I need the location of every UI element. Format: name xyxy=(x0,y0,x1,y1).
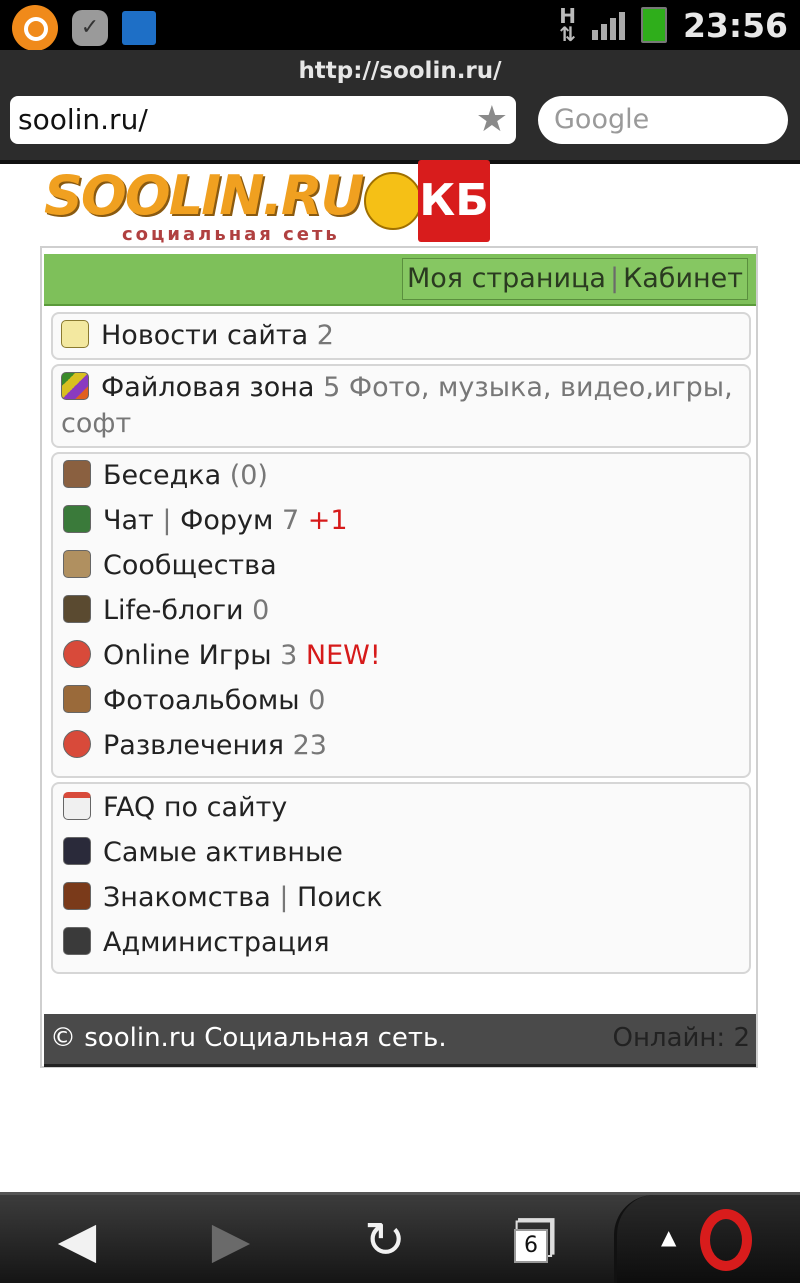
wifi-icon xyxy=(122,11,156,45)
browser-toolbar: http://soolin.ru/ soolin.ru/ ★ Google xyxy=(0,50,800,164)
signal-icon xyxy=(591,10,625,40)
news-link[interactable]: Новости сайта 2 xyxy=(61,320,334,351)
photo-albums-link[interactable]: Фотоальбомы 0 xyxy=(63,685,325,716)
logo-tagline: социальная сеть xyxy=(122,224,340,245)
browser-bottom-bar: ◀ ▶ ↻ ❐ 6 ▲ xyxy=(0,1192,800,1283)
entertainment-icon xyxy=(63,730,91,758)
games-label: Online Игры xyxy=(103,640,272,671)
address-text: soolin.ru/ xyxy=(18,103,148,136)
besedka-link[interactable]: Беседка (0) xyxy=(63,460,268,491)
calendar-icon xyxy=(61,320,89,348)
my-page-link[interactable]: Моя страница xyxy=(407,263,606,294)
heart-icon xyxy=(63,882,91,910)
search-input[interactable]: Google xyxy=(538,96,788,144)
logo-badge: КБ xyxy=(418,160,490,242)
separator: | xyxy=(609,263,620,294)
files-label: Файловая зона xyxy=(101,372,315,403)
forum-count: 7 xyxy=(281,505,300,536)
chat-link[interactable]: Чат xyxy=(103,505,154,536)
blogs-count: 0 xyxy=(252,595,270,626)
community-block: Беседка (0) Чат | Форум 7 +1 Сообщества … xyxy=(51,452,751,964)
status-bar: ✓ H ⇅ 23:56 xyxy=(0,0,800,51)
news-count: 2 xyxy=(316,320,334,351)
clock: 23:56 xyxy=(682,5,788,45)
blogs-link[interactable]: Life-блоги 0 xyxy=(63,595,269,626)
most-active-label: Самые активные xyxy=(103,837,343,868)
chat-forum-row: Чат | Форум 7 +1 xyxy=(63,505,348,536)
back-arrow-icon[interactable]: ◀ xyxy=(42,1215,112,1265)
faq-calendar-icon xyxy=(63,792,91,820)
files-description-cont: софт xyxy=(61,408,132,439)
menu-up-arrow-icon: ▲ xyxy=(661,1225,677,1249)
page-url-title: http://soolin.ru/ xyxy=(298,58,502,84)
communities-label: Сообщества xyxy=(103,550,277,581)
header-links: Моя страница | Кабинет xyxy=(401,258,748,300)
files-description-wrap: софт xyxy=(61,408,131,439)
entertainment-count: 23 xyxy=(292,730,327,761)
entertainment-label: Развлечения xyxy=(103,730,284,761)
forum-link[interactable]: Форум xyxy=(180,505,273,536)
separator: | xyxy=(162,505,172,536)
tabs-count[interactable]: 6 xyxy=(514,1229,548,1263)
opera-mini-icon xyxy=(12,5,58,51)
admin-icon xyxy=(63,927,91,955)
photo-albums-label: Фотоальбомы xyxy=(103,685,300,716)
address-bar[interactable]: soolin.ru/ ★ xyxy=(10,96,516,144)
chart-icon xyxy=(63,837,91,865)
smiley-icon xyxy=(364,172,422,230)
files-block: Файловая зона 5 Фото, музыка, видео,игры… xyxy=(51,364,751,448)
most-active-link[interactable]: Самые активные xyxy=(63,837,343,868)
communities-link[interactable]: Сообщества xyxy=(63,550,277,581)
games-icon xyxy=(63,640,91,668)
site-footer: © soolin.ru Социальная сеть. Онлайн: 2 xyxy=(44,1014,756,1067)
files-link[interactable]: Файловая зона 5 Фото, музыка, видео,игры… xyxy=(61,372,733,403)
green-book-icon xyxy=(63,505,91,533)
opera-logo-icon[interactable] xyxy=(700,1209,752,1271)
administration-link[interactable]: Администрация xyxy=(63,927,330,958)
cabinet-link[interactable]: Кабинет xyxy=(623,263,743,294)
online-counter[interactable]: Онлайн: 2 xyxy=(613,1014,750,1062)
besedka-count: (0) xyxy=(229,460,268,491)
dating-link[interactable]: Знакомства xyxy=(103,882,271,913)
reload-icon[interactable]: ↻ xyxy=(350,1215,420,1265)
faq-link[interactable]: FAQ по сайту xyxy=(63,792,287,823)
header-bar: Моя страница | Кабинет xyxy=(44,254,756,306)
besedka-label: Беседка xyxy=(103,460,222,491)
photo-icon xyxy=(63,685,91,713)
files-description: Фото, музыка, видео,игры, xyxy=(348,372,733,403)
dating-row: Знакомства | Поиск xyxy=(63,882,383,913)
blogs-label: Life-блоги xyxy=(103,595,244,626)
search-link[interactable]: Поиск xyxy=(297,882,383,913)
blog-icon xyxy=(63,595,91,623)
forward-arrow-icon[interactable]: ▶ xyxy=(196,1215,266,1265)
info-block: FAQ по сайту Самые активные Знакомства |… xyxy=(51,782,751,974)
forum-new-count: +1 xyxy=(307,505,348,536)
games-count: 3 xyxy=(280,640,298,671)
logo-wordmark: SOOLIN.RU xyxy=(44,164,364,227)
site-logo[interactable]: SOOLIN.RU социальная сеть КБ xyxy=(40,160,490,246)
photo-albums-count: 0 xyxy=(308,685,326,716)
file-zone-icon xyxy=(61,372,89,400)
files-count: 5 xyxy=(323,372,341,403)
handshake-icon xyxy=(63,550,91,578)
bookmark-star-icon[interactable]: ★ xyxy=(476,100,508,140)
check-icon: ✓ xyxy=(72,10,108,46)
main-panel: Моя страница | Кабинет Новости сайта 2 Фай… xyxy=(40,246,758,1068)
entertainment-link[interactable]: Развлечения 23 xyxy=(63,730,327,761)
network-type-icon: H ⇅ xyxy=(559,4,576,46)
online-games-link[interactable]: Online Игры 3 NEW! xyxy=(63,640,381,671)
battery-icon xyxy=(640,7,667,43)
book-icon xyxy=(63,460,91,488)
faq-label: FAQ по сайту xyxy=(103,792,288,823)
administration-label: Администрация xyxy=(103,927,330,958)
news-block: Новости сайта 2 xyxy=(51,312,751,360)
news-label: Новости сайта xyxy=(101,320,309,351)
copyright: © soolin.ru Социальная сеть. xyxy=(50,1023,447,1053)
new-badge: NEW! xyxy=(305,640,381,671)
separator: | xyxy=(279,882,289,913)
